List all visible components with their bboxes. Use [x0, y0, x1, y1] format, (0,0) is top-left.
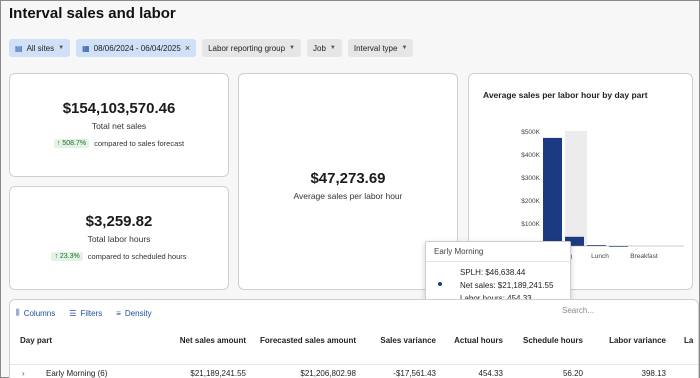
net-sales-value: $154,103,570.46 — [62, 100, 176, 117]
labor-hours-compare-text: compared to scheduled hours — [87, 252, 187, 261]
cell-sales-variance: -$17,561.43 — [393, 369, 436, 378]
chevron-down-icon: ▼ — [401, 45, 408, 51]
expand-icon[interactable]: › — [22, 369, 25, 378]
tooltip-net-sales: Net sales: $21,189,241.55 — [460, 281, 554, 290]
labor-group-label: Labor reporting group — [208, 43, 286, 53]
x-tick-label: Breakfast — [630, 253, 658, 260]
density-button[interactable]: ≡ Density — [116, 308, 151, 318]
density-label: Density — [124, 308, 152, 318]
chevron-down-icon: ▼ — [329, 45, 336, 51]
calendar-icon: ▦ — [82, 43, 90, 53]
y-tick-label: $400K — [521, 152, 540, 159]
net-sales-compare-text: compared to sales forecast — [94, 139, 185, 148]
job-filter[interactable]: Job ▼ — [307, 39, 342, 57]
header-labor-more[interactable]: La — [684, 336, 693, 345]
header-day-part[interactable]: Day part — [20, 336, 52, 345]
columns-icon: ⫼ — [16, 308, 20, 317]
cell-labor-variance: 398.13 — [641, 369, 666, 378]
series-dot-icon — [438, 282, 442, 286]
header-actual-hours[interactable]: Actual hours — [454, 336, 503, 345]
header-sales-variance[interactable]: Sales variance — [380, 336, 436, 345]
interval-type-label: Interval type — [353, 43, 398, 53]
grid-toolbar: ⫼ Columns ☰ Filters ≡ Density — [16, 308, 152, 318]
columns-button[interactable]: ⫼ Columns — [16, 308, 55, 318]
y-tick-label: $200K — [521, 198, 540, 205]
x-tick-label: Lunch — [591, 253, 609, 260]
cell-schedule-hours: 56.20 — [562, 369, 583, 378]
filter-bar: ▤ All sites ▼ ▦ 08/06/2024 - 06/04/2025 … — [9, 39, 414, 57]
chevron-down-icon: ▼ — [58, 45, 65, 51]
labor-hours-card: $3,259.82 Total labor hours ↑ 23.3% comp… — [9, 186, 229, 290]
splh-label: Average sales per labor hour — [293, 191, 403, 201]
net-sales-compare: ↑ 508.7% compared to sales forecast — [10, 139, 228, 148]
labor-hours-compare: ↑ 23.3% compared to scheduled hours — [10, 252, 228, 261]
labor-hours-label: Total labor hours — [87, 234, 151, 244]
status-badge: ↑ 23.3% — [51, 252, 83, 261]
filters-button[interactable]: ☰ Filters — [69, 308, 102, 318]
hover-bar — [565, 131, 587, 246]
sites-filter-label: All sites — [26, 43, 55, 53]
density-icon: ≡ — [116, 308, 121, 318]
store-icon: ▤ — [15, 43, 23, 53]
bar — [543, 137, 562, 246]
tooltip-splh: SPLH: $46,638.44 — [460, 268, 526, 277]
net-sales-label: Total net sales — [91, 121, 147, 131]
page-title: Interval sales and labor — [9, 5, 176, 22]
header-schedule-hours[interactable]: Schedule hours — [523, 336, 583, 345]
net-sales-card: $154,103,570.46 Total net sales ↑ 508.7%… — [9, 73, 229, 177]
cell-day-part: Early Morning (6) — [46, 369, 108, 378]
header-labor-variance[interactable]: Labor variance — [609, 336, 666, 345]
sites-filter[interactable]: ▤ All sites ▼ — [9, 39, 71, 57]
filters-label: Filters — [80, 308, 103, 318]
table-row[interactable]: › Early Morning (6) $21,189,241.55 $21,2… — [10, 364, 698, 378]
labor-hours-value: $3,259.82 — [85, 213, 153, 230]
labor-group-filter[interactable]: Labor reporting group ▼ — [202, 39, 301, 57]
app-window: Interval sales and labor ▤ All sites ▼ ▦… — [0, 0, 700, 378]
interval-type-filter[interactable]: Interval type ▼ — [347, 39, 414, 57]
data-grid: ⫼ Columns ☰ Filters ≡ Density Search... Day… — [9, 299, 699, 378]
cell-actual-hours: 454.33 — [478, 369, 503, 378]
date-range-label: 08/06/2024 - 06/04/2025 — [93, 43, 181, 53]
search-input[interactable]: Search... — [562, 306, 594, 315]
cell-net-sales: $21,189,241.55 — [190, 369, 246, 378]
status-badge: ↑ 508.7% — [53, 139, 90, 148]
table-header: Day part Net sales amount Forecasted sal… — [10, 336, 698, 350]
header-net-sales[interactable]: Net sales amount — [180, 336, 246, 345]
tooltip-title: Early Morning — [426, 242, 570, 262]
header-forecast[interactable]: Forecasted sales amount — [260, 336, 356, 345]
filter-icon: ☰ — [69, 308, 77, 318]
splh-value: $47,273.69 — [310, 170, 386, 187]
y-tick-label: $100K — [521, 221, 540, 228]
chevron-down-icon: ▼ — [289, 45, 295, 51]
y-tick-label: $300K — [521, 175, 540, 182]
columns-label: Columns — [23, 308, 56, 318]
date-range-filter[interactable]: ▦ 08/06/2024 - 06/04/2025 × — [76, 39, 197, 57]
y-tick-label: $500K — [521, 129, 540, 136]
close-icon[interactable]: × — [185, 43, 190, 53]
cell-forecast: $21,206,802.98 — [300, 369, 356, 378]
job-label: Job — [313, 43, 326, 53]
